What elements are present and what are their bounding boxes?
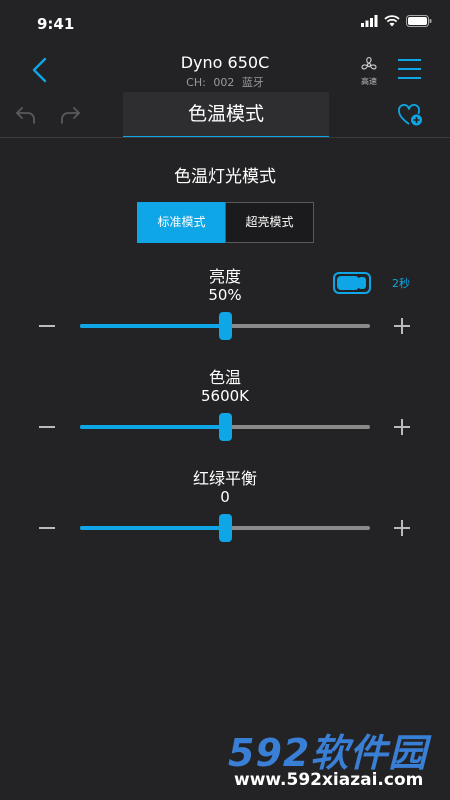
minus-icon [39,527,55,529]
watermark: 592软件园 www.592xiazai.com [222,720,450,800]
gm-balance-slider[interactable] [80,514,370,542]
mode-selector: 标准模式 超亮模式 [137,202,314,243]
slider-fill [80,526,225,530]
plus-icon [394,419,410,435]
plus-icon [394,318,410,334]
undo-icon [16,107,35,124]
brightness-value: 50% [208,286,242,304]
gm-balance-slider-row [0,513,450,543]
tab-bar: 色温模式 [0,92,450,138]
minus-icon [39,426,55,428]
status-icons [361,15,432,27]
redo-icon [61,107,80,124]
slider-thumb[interactable] [219,514,232,542]
fade-time-label: 2秒 [392,277,410,290]
gm-increase-button[interactable] [393,519,411,537]
tab-bar-divider [0,137,450,138]
undo-button[interactable] [14,104,38,126]
watermark-url: www.592xiazai.com [234,770,424,790]
add-favorite-button[interactable] [398,104,424,128]
gm-decrease-button[interactable] [38,519,56,537]
slider-fill [80,324,225,328]
status-time: 9:41 [37,15,75,33]
menu-icon [398,59,421,79]
cct-decrease-button[interactable] [38,418,56,436]
ultra-bright-mode-button[interactable]: 超亮模式 [225,202,314,243]
battery-icon [406,15,432,27]
header: Dyno 650C CH: 002 蓝牙 高速 [0,48,450,92]
gm-balance-label: 红绿平衡 [192,469,257,488]
fan-speed-label: 高速 [361,77,377,86]
wifi-icon [384,15,400,27]
brightness-slider[interactable] [80,312,370,340]
channel-label: CH: 002 [186,76,235,89]
brightness-decrease-button[interactable] [38,317,56,335]
watermark-brand: 592软件园 [228,731,428,775]
gm-balance-value: 0 [220,488,230,506]
slider-fill [80,425,225,429]
section-title: 色温灯光模式 [174,167,276,187]
minus-icon [39,325,55,327]
cct-value: 5600K [200,387,249,405]
toggle-knob [358,277,366,289]
brightness-label: 亮度 [208,267,241,286]
connection-label: 蓝牙 [241,76,264,89]
status-bar: 9:41 [0,0,450,48]
cct-slider-row [0,412,450,442]
menu-button[interactable] [397,56,423,82]
toggle-fill [337,276,359,290]
tab-color-temperature-mode[interactable]: 色温模式 [123,92,329,138]
redo-button[interactable] [58,104,82,126]
slider-thumb[interactable] [219,413,232,441]
fan-icon [361,56,377,70]
signal-icon [361,15,378,27]
cct-slider[interactable] [80,413,370,441]
brightness-increase-button[interactable] [393,317,411,335]
brightness-slider-row [0,311,450,341]
fade-toggle[interactable] [333,272,371,294]
plus-icon [394,520,410,536]
fan-speed-button[interactable]: 高速 [354,56,384,90]
standard-mode-button[interactable]: 标准模式 [137,202,226,243]
heart-add-icon [398,104,422,126]
cct-label: 色温 [208,368,241,387]
slider-thumb[interactable] [219,312,232,340]
cct-increase-button[interactable] [393,418,411,436]
